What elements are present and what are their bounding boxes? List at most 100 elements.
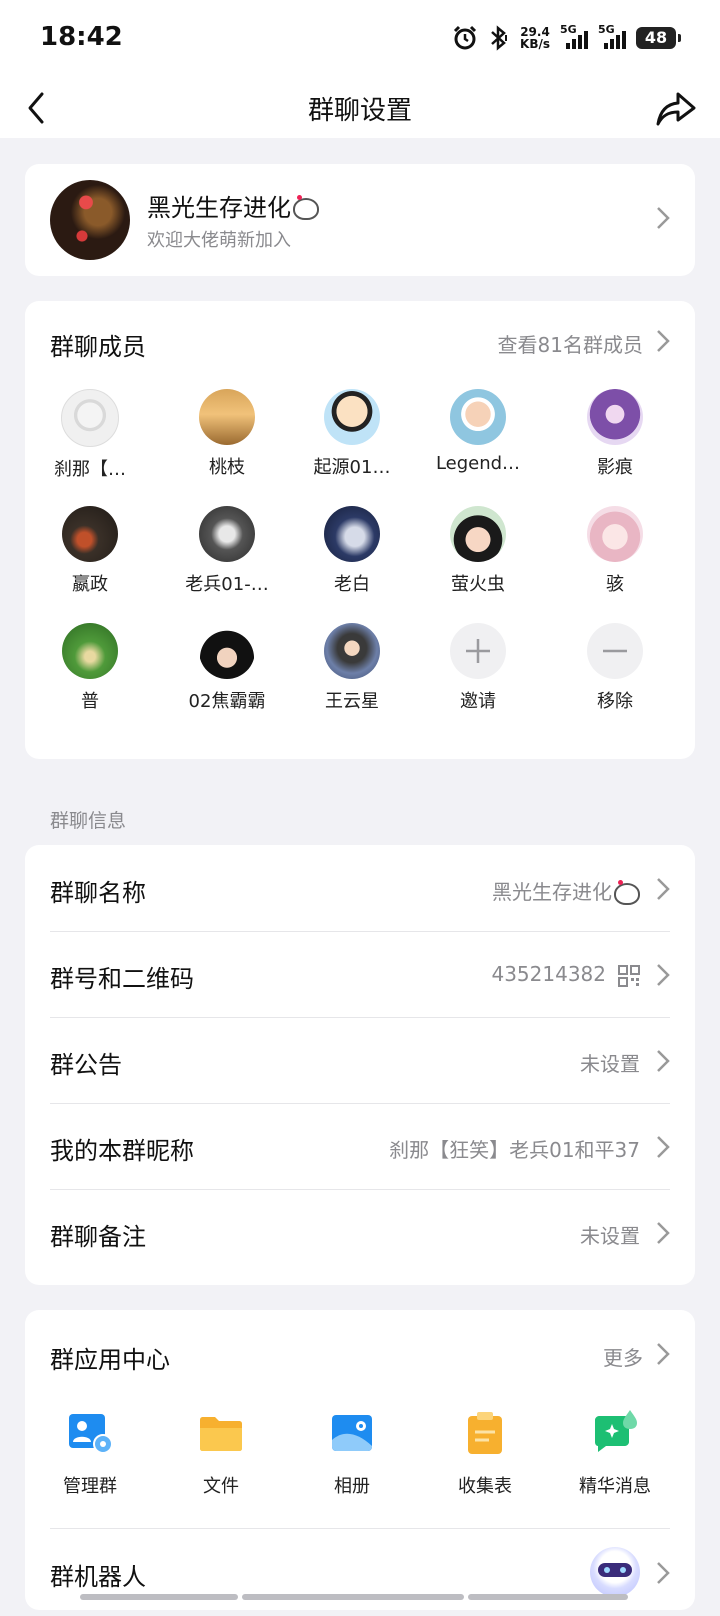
- row-group-number-qrcode[interactable]: 群号和二维码 435214382: [50, 931, 670, 1018]
- folder-icon: [200, 1417, 242, 1451]
- network-speed: 29.4 KB/s: [520, 26, 550, 50]
- member-item[interactable]: 02焦霸霸: [167, 623, 287, 713]
- group-apps-card: 群应用中心 更多 管理群 文件 相册 收集表 精华消息 群机器人: [25, 1310, 695, 1610]
- robot-avatar: [590, 1547, 640, 1597]
- app-manage-group[interactable]: 管理群: [30, 1410, 150, 1498]
- gesture-indicator: [80, 1594, 238, 1600]
- member-name: 老兵01-…: [185, 574, 269, 595]
- member-avatar: [587, 389, 643, 445]
- page-title: 群聊设置: [307, 96, 412, 126]
- member-avatar: [199, 623, 255, 679]
- status-time: 18:42: [40, 22, 123, 52]
- app-label: 精华消息: [579, 1476, 651, 1497]
- chevron-right-icon: [656, 1342, 670, 1366]
- app-essence-messages[interactable]: 精华消息: [555, 1410, 675, 1498]
- remove-member-button[interactable]: 移除: [555, 623, 675, 713]
- member-name: 萤火虫: [451, 574, 505, 595]
- app-files[interactable]: 文件: [161, 1410, 281, 1498]
- chevron-right-icon: [656, 963, 670, 987]
- row-value: 未设置: [580, 1224, 640, 1248]
- member-avatar: [61, 389, 119, 447]
- member-item[interactable]: 王云星: [292, 623, 412, 713]
- status-icons: 29.4 KB/s 5G 5G 48: [452, 22, 681, 54]
- apps-title: 群应用中心: [50, 1346, 170, 1374]
- member-avatar: [324, 623, 380, 679]
- member-name: 影痕: [597, 457, 633, 478]
- member-name: 刹那【…: [54, 459, 126, 480]
- row-value: 刹那【狂笑】老兵01和平37: [389, 1138, 640, 1162]
- row-group-remark[interactable]: 群聊备注 未设置: [50, 1189, 670, 1276]
- member-avatar: [62, 623, 118, 679]
- member-avatar: [62, 506, 118, 562]
- more-apps-link[interactable]: 更多: [603, 1342, 643, 1371]
- app-label: 管理群: [63, 1476, 117, 1497]
- member-item[interactable]: 老兵01-…: [167, 506, 287, 596]
- app-label: 文件: [203, 1476, 239, 1497]
- navigation-bar: 群聊设置: [0, 78, 720, 138]
- member-item[interactable]: 嬴政: [30, 506, 150, 596]
- member-name: 老白: [334, 574, 370, 595]
- member-item[interactable]: 影痕: [555, 389, 675, 479]
- chevron-right-icon: [656, 1135, 670, 1159]
- speed-unit: KB/s: [520, 37, 550, 51]
- member-item[interactable]: 萤火虫: [418, 506, 538, 596]
- member-avatar: [199, 389, 255, 445]
- member-name: 起源01…: [313, 457, 391, 478]
- member-name: 桃枝: [209, 457, 245, 478]
- member-item[interactable]: 起源01…: [292, 389, 412, 479]
- invite-label: 邀请: [460, 691, 496, 712]
- row-my-nickname[interactable]: 我的本群昵称 刹那【狂笑】老兵01和平37: [50, 1103, 670, 1190]
- chevron-right-icon: [656, 206, 670, 230]
- member-avatar: [587, 506, 643, 562]
- plus-icon: [450, 623, 506, 679]
- invite-member-button[interactable]: 邀请: [418, 623, 538, 713]
- member-name: 嬴政: [72, 574, 108, 595]
- member-item[interactable]: 刹那【…: [30, 389, 150, 481]
- member-avatar: [450, 506, 506, 562]
- row-value: 435214382: [491, 962, 640, 987]
- members-card: 群聊成员 查看81名群成员 刹那【… 桃枝 起源01… Legend… 影痕 嬴…: [25, 301, 695, 759]
- member-avatar: [450, 389, 506, 445]
- chevron-right-icon: [656, 877, 670, 901]
- manage-group-icon: [69, 1414, 113, 1454]
- gesture-indicator: [468, 1594, 628, 1600]
- member-name: 王云星: [325, 691, 379, 712]
- row-group-robot[interactable]: 群机器人: [50, 1528, 670, 1616]
- section-label-group-info: 群聊信息: [50, 810, 127, 832]
- app-album[interactable]: 相册: [292, 1410, 412, 1498]
- member-item[interactable]: 老白: [292, 506, 412, 596]
- group-profile-card[interactable]: 黑光生存进化 欢迎大佬萌新加入: [25, 164, 695, 276]
- signal-icon-sim1: 5G: [560, 23, 588, 49]
- chevron-right-icon: [656, 1049, 670, 1073]
- member-name: 骇: [606, 574, 624, 595]
- row-value: 黑光生存进化: [492, 876, 640, 905]
- row-label: 群聊名称: [50, 879, 146, 907]
- member-name: Legend…: [435, 453, 521, 474]
- row-value: 未设置: [580, 1052, 640, 1076]
- gesture-indicator: [242, 1594, 464, 1600]
- row-label: 群号和二维码: [50, 965, 194, 993]
- member-avatar: [324, 389, 380, 445]
- alarm-icon: [453, 25, 477, 50]
- members-title: 群聊成员: [50, 333, 146, 361]
- app-collection-form[interactable]: 收集表: [425, 1410, 545, 1498]
- member-item[interactable]: 骇: [555, 506, 675, 596]
- signal-icon-sim2: 5G: [598, 23, 626, 49]
- row-label: 群机器人: [50, 1563, 146, 1591]
- row-group-announcement[interactable]: 群公告 未设置: [50, 1017, 670, 1104]
- chevron-right-icon: [656, 329, 670, 353]
- view-all-members-link[interactable]: 查看81名群成员: [498, 329, 643, 358]
- chevron-right-icon: [656, 1221, 670, 1245]
- member-name: 普: [81, 691, 99, 712]
- row-label: 群公告: [50, 1051, 122, 1079]
- share-icon[interactable]: [654, 86, 698, 130]
- emoji-face-icon: [293, 195, 319, 220]
- bluetooth-icon: [491, 25, 508, 51]
- member-item[interactable]: 桃枝: [167, 389, 287, 479]
- essence-message-icon: [595, 1410, 637, 1452]
- group-avatar: [50, 180, 130, 260]
- row-group-name[interactable]: 群聊名称 黑光生存进化: [50, 845, 670, 932]
- member-item[interactable]: Legend…: [418, 389, 538, 474]
- member-item[interactable]: 普: [30, 623, 150, 713]
- minus-icon: [587, 623, 643, 679]
